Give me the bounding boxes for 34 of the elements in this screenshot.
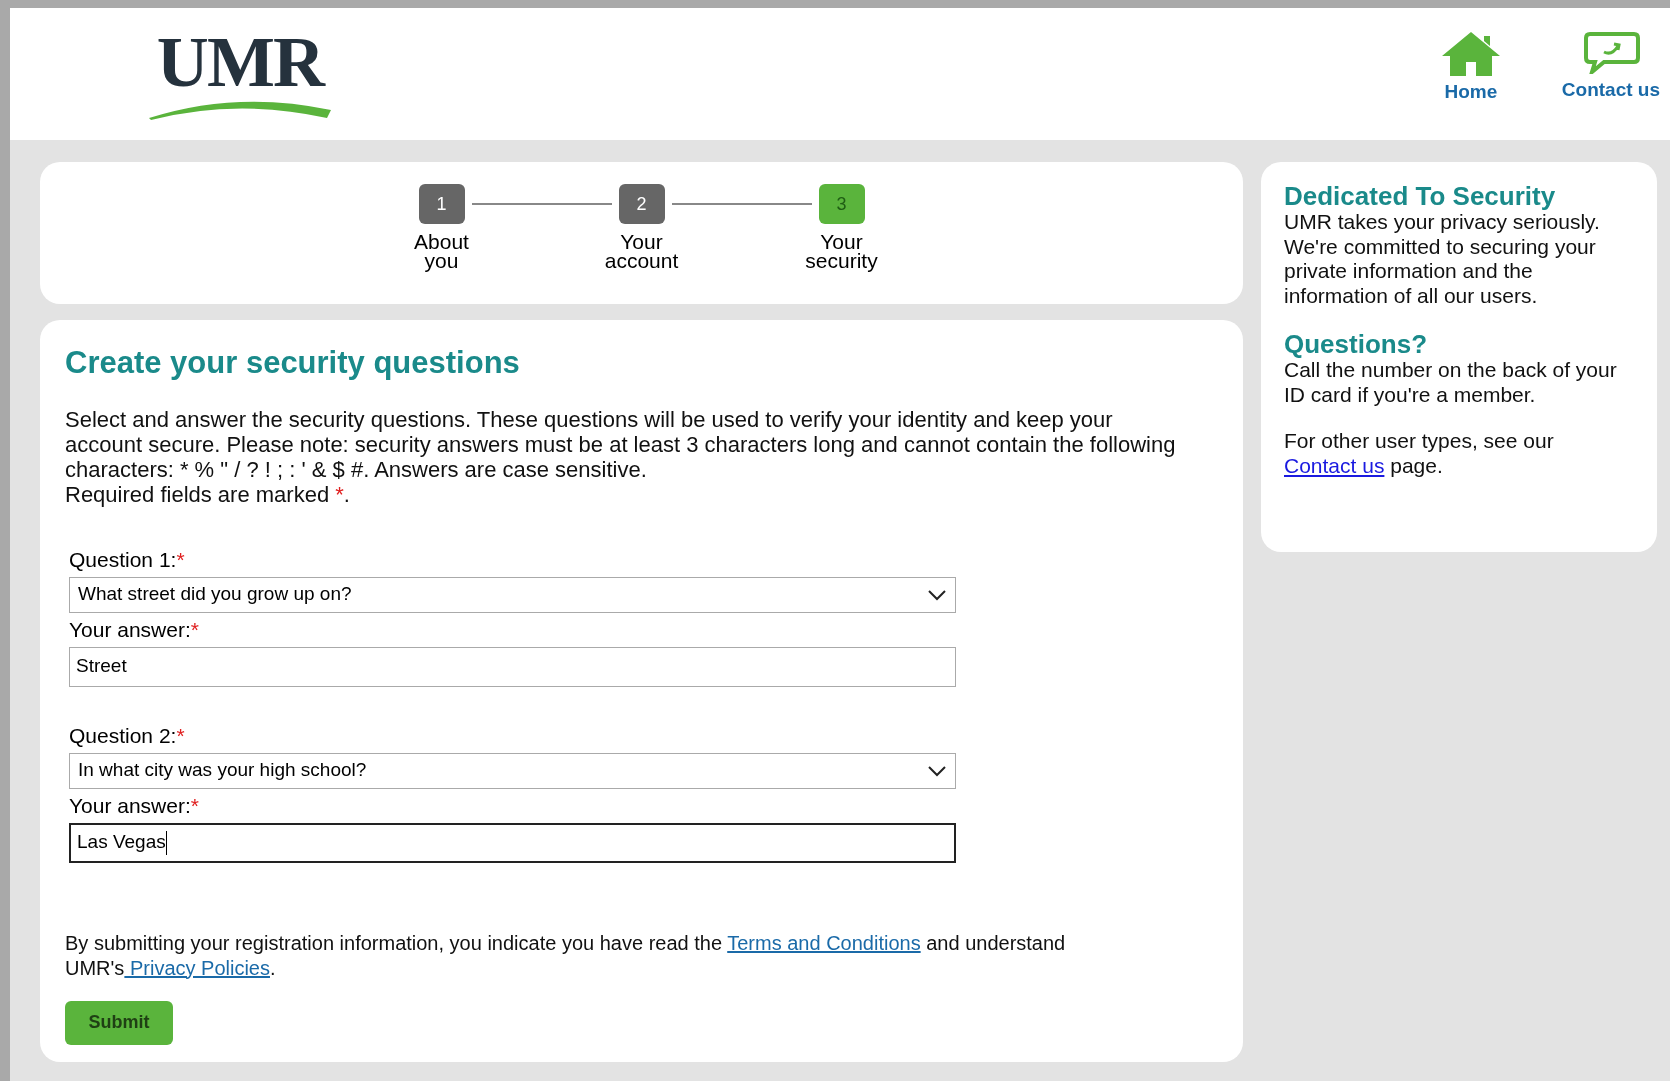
logo-text: UMR [156,30,324,94]
privacy-link[interactable]: Privacy Policies [124,956,270,979]
required-note: Required fields are marked *. [65,481,351,507]
question-select[interactable]: In what city was your high school? [69,752,956,789]
home-link[interactable]: Home [1439,30,1502,107]
question-label: Question 2:* [69,722,186,749]
terms-text: By submitting your registration information, you indicate you have read the Terms and Conditions and understand UMR's Privacy Policies. [65,930,1067,981]
answer-label: Your answer:* [69,792,200,819]
contact-us-link[interactable]: Contact us [1284,453,1385,477]
sidebar-text: For other user types, see our Contact us page. [1284,429,1555,478]
step-number: 1 [418,184,465,224]
sidebar-text: UMR takes your privacy seriously. We're committed to securing your private information and the information of all our users. [1284,210,1601,308]
intro-text: Select and answer the security questions. These questions will be used to verify your identity and keep your account secure. Please note: security answers must be at least 3 characters long and cannot contain the following characters: * % " / ? ! ; : ' & $ #. Answers are case sensitive. [65,406,1177,482]
chat-bubble-icon [1581,30,1640,74]
contact-link[interactable]: Contact us [1561,30,1660,107]
submit-button[interactable]: Submit [65,1000,173,1045]
question-select[interactable]: What street did you grow up on? [69,576,956,613]
sidebar-heading: Questions? [1284,330,1428,358]
terms-link[interactable]: Terms and Conditions [727,931,921,954]
answer-field[interactable]: Las Vegas [69,822,956,863]
logo[interactable]: UMR [145,30,335,120]
chevron-down-icon [927,588,947,601]
step-number: 3 [818,184,865,224]
step-label: Your account [603,232,680,270]
step-number: 2 [618,184,665,224]
step-label: About you [413,232,470,270]
sidebar-text: Call the number on the back of your ID card if you're a member. [1284,358,1618,407]
answer-label: Your answer:* [69,616,200,643]
form-title: Create your security questions [65,344,521,382]
question-label: Question 1:* [69,546,186,573]
sidebar-heading: Dedicated To Security [1284,182,1557,210]
step-label: Your security [804,232,879,270]
answer-field[interactable]: Street [69,646,956,687]
chevron-down-icon [927,764,947,777]
